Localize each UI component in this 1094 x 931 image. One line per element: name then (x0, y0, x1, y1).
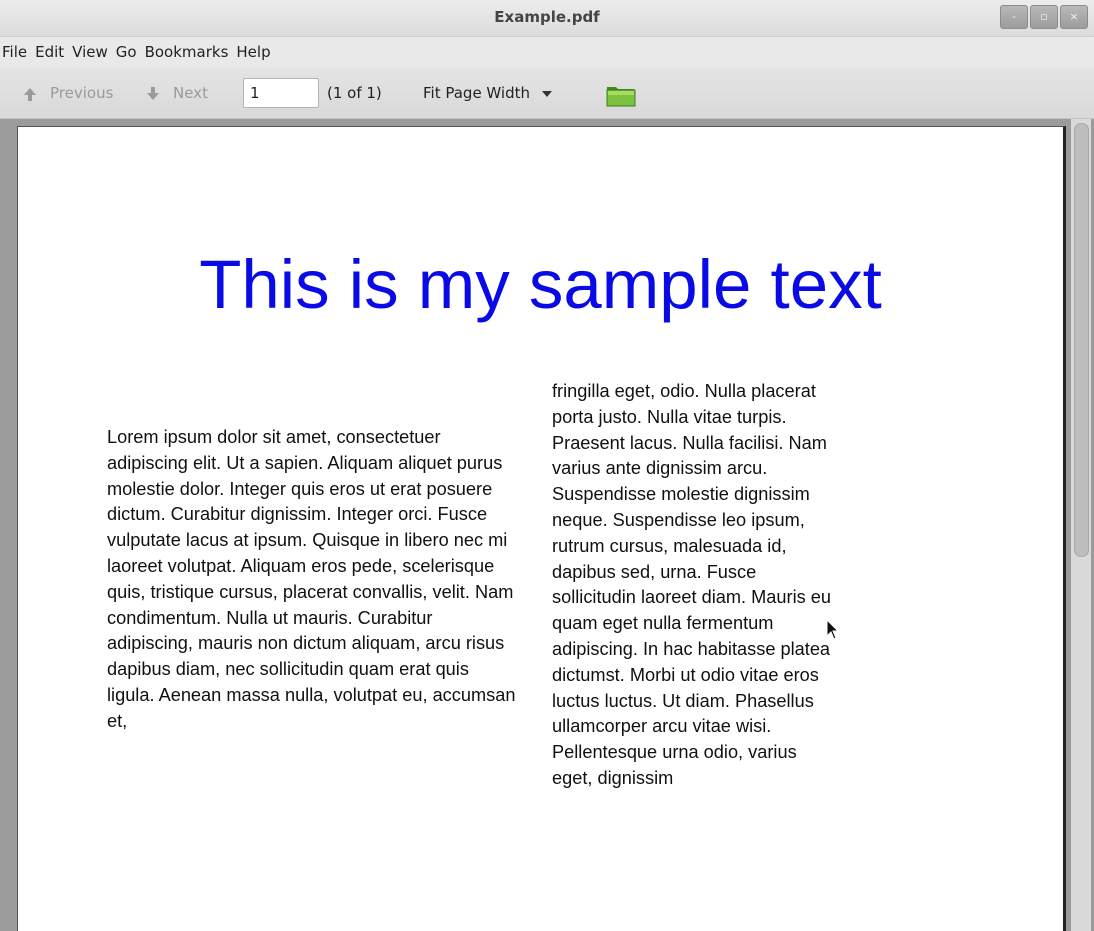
scrollbar-thumb[interactable] (1074, 123, 1089, 557)
text-column-right: fringilla eget, odio. Nulla placerat por… (552, 381, 832, 788)
mouse-pointer-icon (826, 619, 840, 640)
arrow-up-icon (24, 88, 36, 101)
window-title: Example.pdf (494, 8, 600, 26)
menu-bar: File Edit View Go Bookmarks Help (0, 37, 1094, 67)
title-bar[interactable]: Example.pdf - ▫ × (0, 0, 1094, 37)
page-number-input[interactable]: 1 (243, 78, 319, 108)
minimize-button[interactable]: - (1000, 5, 1028, 29)
next-button[interactable]: Next (147, 68, 208, 118)
vertical-scrollbar[interactable] (1071, 119, 1091, 931)
window-controls: - ▫ × (1000, 5, 1088, 29)
close-button[interactable]: × (1060, 5, 1088, 29)
menu-help[interactable]: Help (232, 37, 274, 67)
pdf-viewer-window: Example.pdf - ▫ × File Edit View Go Bookmark… (0, 0, 1094, 931)
previous-button[interactable]: Previous (24, 68, 113, 118)
text-column-left: Lorem ipsum dolor sit amet, consectetuer… (107, 427, 516, 731)
zoom-dropdown[interactable]: Fit Page Width (423, 68, 553, 118)
menu-file[interactable]: File (0, 37, 31, 67)
page-count-label: (1 of 1) (327, 84, 382, 102)
arrow-down-icon (147, 87, 159, 100)
toolbar: Previous Next 1 (1 of 1) Fit Page Width (0, 68, 1094, 119)
chevron-down-icon (542, 90, 553, 97)
next-label: Next (173, 84, 208, 102)
menu-edit[interactable]: Edit (31, 37, 68, 67)
folder-icon[interactable] (606, 83, 636, 107)
maximize-button[interactable]: ▫ (1030, 5, 1058, 29)
pdf-page: This is my sample text Lorem ipsum dolor… (17, 126, 1066, 931)
page-heading: This is my sample text (199, 246, 882, 323)
previous-label: Previous (50, 84, 114, 102)
menu-view[interactable]: View (68, 37, 112, 67)
menu-bookmarks[interactable]: Bookmarks (141, 37, 233, 67)
menu-go[interactable]: Go (112, 37, 141, 67)
zoom-label: Fit Page Width (423, 84, 531, 102)
document-viewport[interactable]: This is my sample text Lorem ipsum dolor… (0, 119, 1094, 931)
